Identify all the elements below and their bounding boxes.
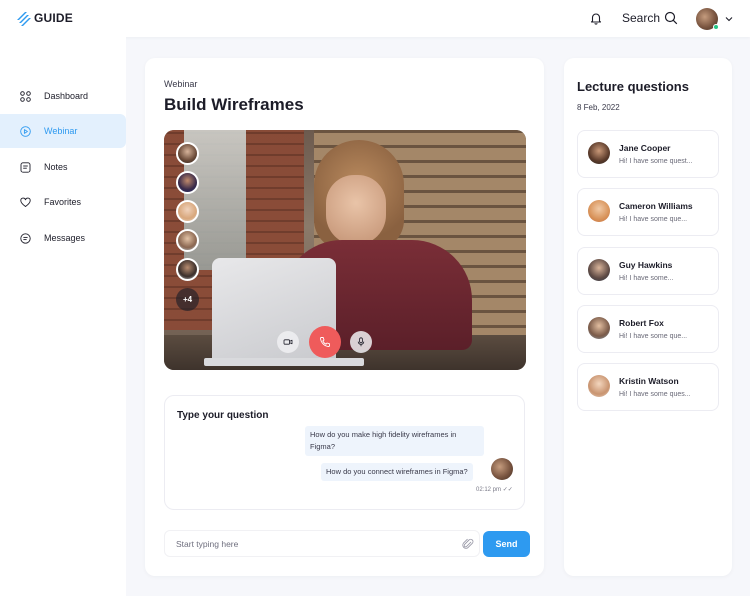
avatar	[588, 259, 610, 281]
logo-icon	[17, 12, 31, 26]
search-label: Search	[622, 11, 661, 25]
avatar	[491, 458, 513, 480]
question-chat-panel: Type your question How do you make high …	[164, 395, 525, 510]
bell-icon[interactable]	[589, 11, 603, 25]
microphone-icon	[357, 337, 365, 347]
participant-avatar[interactable]	[176, 142, 199, 165]
logo-text: GUIDE	[34, 11, 74, 25]
question-preview: Hi! I have some...	[619, 275, 674, 282]
sidebar-item-label: Dashboard	[44, 91, 89, 101]
send-button[interactable]: Send	[483, 531, 530, 557]
message-icon	[20, 232, 31, 244]
question-author: Jane Cooper	[619, 143, 671, 153]
top-bar: GUIDE Search	[0, 0, 750, 37]
question-card[interactable]: Jane Cooper Hi! I have some quest...	[577, 130, 719, 178]
sidebar-item-label: Favorites	[44, 197, 82, 207]
phone-icon	[320, 337, 330, 347]
panel-date: 8 Feb, 2022	[577, 103, 620, 112]
sidebar-item-label: Notes	[44, 162, 68, 172]
sidebar-item-label: Webinar	[44, 126, 78, 136]
camera-icon	[283, 339, 293, 345]
participant-avatar[interactable]	[176, 171, 199, 194]
question-preview: Hi! I have some quest...	[619, 158, 693, 165]
question-author: Guy Hawkins	[619, 260, 673, 270]
grid-icon	[20, 90, 31, 102]
participant-avatar[interactable]	[176, 200, 199, 223]
question-card[interactable]: Robert Fox Hi! I have some que...	[577, 305, 719, 353]
page-title: Build Wireframes	[164, 95, 304, 114]
question-preview: Hi! I have some que...	[619, 333, 688, 340]
chat-message: How do you connect wireframes in Figma?	[321, 463, 473, 481]
sidebar-item-webinar[interactable]: Webinar	[0, 114, 126, 148]
question-card[interactable]: Kristin Watson Hi! I have some ques...	[577, 363, 719, 411]
search-icon	[664, 11, 678, 25]
chevron-down-icon[interactable]	[724, 14, 734, 24]
webinar-card: Webinar Build Wireframes +4 Type your qu…	[145, 58, 544, 576]
sidebar-item-messages[interactable]: Messages	[0, 221, 126, 255]
logo[interactable]: GUIDE	[16, 10, 73, 26]
avatar	[588, 142, 610, 164]
microphone-button[interactable]	[350, 331, 372, 353]
user-avatar[interactable]	[696, 8, 719, 30]
question-author: Robert Fox	[619, 318, 664, 328]
question-card[interactable]: Guy Hawkins Hi! I have some...	[577, 247, 719, 295]
video-player[interactable]: +4	[164, 130, 526, 370]
message-timestamp: 02:12 pm ✓✓	[476, 486, 513, 493]
participant-avatar[interactable]	[176, 258, 199, 281]
question-preview: Hi! I have some ques...	[619, 391, 691, 398]
paperclip-icon[interactable]	[462, 538, 474, 550]
lecture-questions-panel: Lecture questions 8 Feb, 2022 Jane Coope…	[564, 58, 732, 576]
sidebar: Dashboard Webinar Notes Favorites Messag…	[0, 37, 126, 596]
question-input[interactable]	[176, 536, 436, 552]
message-time: 02:12 pm	[476, 487, 502, 493]
question-author: Kristin Watson	[619, 376, 679, 386]
more-participants-badge[interactable]: +4	[176, 288, 199, 311]
question-card[interactable]: Cameron Williams Hi! I have some que...	[577, 188, 719, 236]
chat-title: Type your question	[177, 410, 269, 421]
sidebar-item-label: Messages	[44, 233, 86, 243]
heart-icon	[20, 197, 31, 207]
camera-button[interactable]	[277, 331, 299, 353]
panel-title: Lecture questions	[577, 79, 689, 94]
sidebar-item-notes[interactable]: Notes	[0, 150, 126, 184]
avatar	[588, 317, 610, 339]
double-check-icon: ✓✓	[502, 487, 513, 493]
participant-avatar[interactable]	[176, 229, 199, 252]
presenter-image	[326, 175, 386, 245]
sidebar-item-dashboard[interactable]: Dashboard	[0, 79, 126, 113]
chat-message: How do you make high fidelity wireframes…	[305, 426, 484, 456]
page-kicker: Webinar	[164, 79, 198, 89]
notes-icon	[20, 161, 31, 173]
laptop-image	[204, 358, 364, 366]
online-status-dot	[713, 24, 719, 30]
avatar	[588, 200, 610, 222]
sidebar-item-favorites[interactable]: Favorites	[0, 185, 126, 219]
question-input-container	[164, 530, 480, 557]
search-button[interactable]: Search	[622, 11, 678, 25]
play-circle-icon	[20, 125, 31, 137]
question-preview: Hi! I have some que...	[619, 216, 688, 223]
avatar	[588, 375, 610, 397]
question-author: Cameron Williams	[619, 201, 693, 211]
end-call-button[interactable]	[309, 326, 341, 358]
